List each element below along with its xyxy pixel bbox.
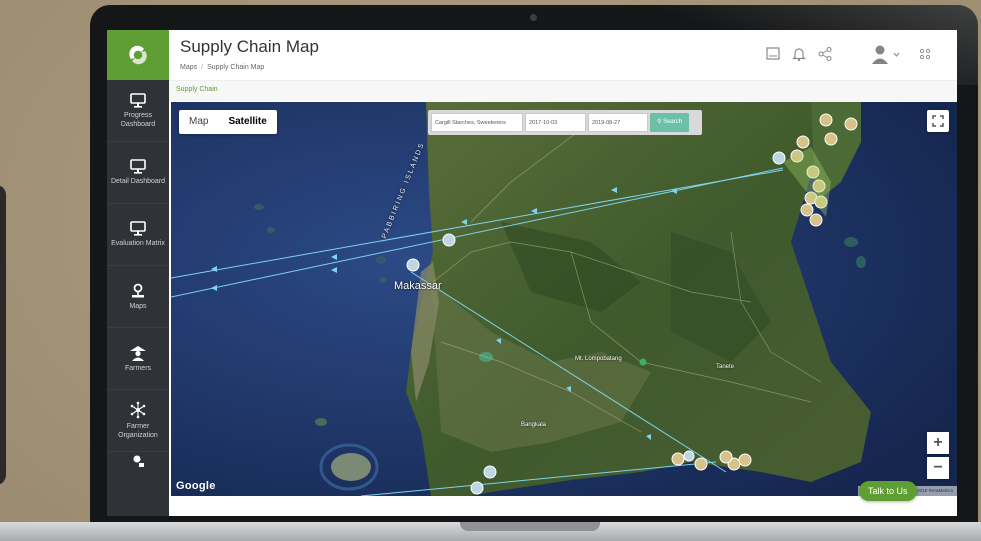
sidebar-item-label: Progress Dashboard [120, 111, 156, 128]
map-canvas[interactable]: Makassar PABBIRING ISLANDS Mt. Lompobata… [171, 102, 957, 496]
document-icon [766, 47, 780, 60]
sidebar-item-more[interactable] [107, 452, 169, 472]
map-pin-icon [132, 283, 144, 297]
map-type-satellite[interactable]: Satellite [218, 110, 276, 134]
monitor-icon [130, 92, 146, 108]
farmer-icon [130, 345, 146, 361]
search-button[interactable]: ⚲ Search [650, 113, 690, 132]
notifications-button[interactable] [789, 44, 809, 64]
sidebar-item-farmer-organization[interactable]: Farmer Organization [107, 390, 169, 452]
fullscreen-button[interactable] [927, 110, 949, 132]
map-label-town: Bangkala [521, 422, 547, 428]
share-button[interactable] [815, 44, 835, 64]
breadcrumb-maps[interactable]: Maps [180, 64, 197, 71]
map-type-control: Map Satellite [179, 110, 277, 134]
share-icon [818, 46, 832, 62]
talk-to-us-button[interactable]: Talk to Us [859, 481, 917, 501]
breadcrumb-separator: / [201, 64, 204, 71]
satellite-imagery [171, 102, 957, 496]
user-menu-button[interactable] [871, 44, 901, 64]
sidebar-item-progress-dashboard[interactable]: Progress Dashboard [107, 80, 169, 142]
map-label-mountain: Mt. Lompobatang [575, 356, 622, 362]
map-label-town: Tanete [716, 364, 735, 370]
sidebar-item-maps[interactable]: Maps [107, 266, 169, 328]
zoom-in-button[interactable]: + [927, 432, 949, 454]
breadcrumb-current: Supply Chain Map [207, 64, 265, 71]
sidebar-item-label: Maps [129, 302, 147, 310]
app-logo[interactable] [107, 30, 169, 80]
sidebar-item-label: Detail Dashboard [110, 178, 166, 185]
map-type-map[interactable]: Map [179, 110, 218, 134]
app-screen: Progress Dashboard Detail Dashboard Eval… [107, 30, 957, 516]
monitor-icon [130, 159, 146, 174]
search-icon: ⚲ [657, 119, 662, 125]
sidebar-item-label: Farmer Organization [118, 423, 158, 439]
section-label: Supply Chain [176, 86, 218, 93]
sidebar-item-evaluation-matrix[interactable]: Evaluation Matrix [107, 204, 169, 266]
google-logo: Google [176, 480, 216, 492]
avatar-icon [872, 45, 900, 64]
sidebar: Progress Dashboard Detail Dashboard Eval… [107, 80, 169, 516]
date-from-input[interactable]: 2017-10-03 [525, 113, 586, 132]
page-title: Supply Chain Map [180, 37, 319, 56]
network-icon [130, 401, 146, 419]
grid-icon [919, 48, 931, 60]
user-icon [133, 455, 144, 467]
search-button-label: Search [663, 119, 683, 125]
zoom-out-button[interactable]: − [927, 457, 949, 479]
sidebar-item-label: Evaluation Matrix [111, 240, 165, 247]
sidebar-item-detail-dashboard[interactable]: Detail Dashboard [107, 142, 169, 204]
bell-icon [792, 48, 806, 62]
logo-icon [129, 45, 147, 65]
fullscreen-icon [932, 115, 944, 127]
breadcrumb: Maps / Supply Chain Map [180, 64, 264, 71]
apps-menu-button[interactable] [915, 44, 935, 64]
notes-button[interactable] [763, 44, 783, 64]
camera-dot [530, 14, 537, 21]
map-label-city: Makassar [394, 280, 442, 292]
date-to-input[interactable]: 2019-08-27 [588, 113, 648, 132]
laptop-notch [460, 522, 600, 531]
search-panel: Cargill Starches, Sweeteners 2017-10-03 … [428, 110, 702, 135]
entity-select[interactable]: Cargill Starches, Sweeteners [431, 113, 523, 132]
top-header: Supply Chain Map Maps / Supply Chain Map [169, 30, 957, 81]
monitor-icon [130, 221, 146, 236]
section-bar: Supply Chain [169, 81, 957, 101]
sidebar-item-label: Farmers [124, 364, 152, 372]
background-device [0, 185, 6, 485]
sidebar-item-farmers[interactable]: Farmers [107, 328, 169, 390]
